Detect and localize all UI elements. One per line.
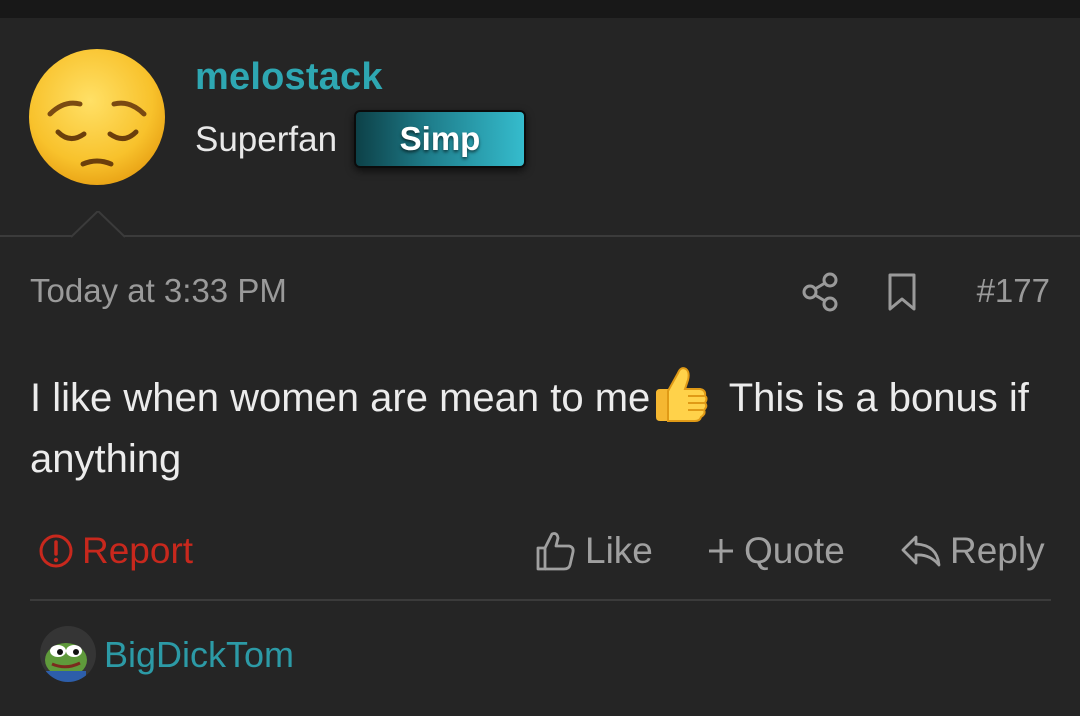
top-bar <box>0 0 1080 18</box>
pensive-face-icon[interactable] <box>28 48 166 186</box>
author-username[interactable]: melostack <box>195 56 383 99</box>
author-user-banner: Simp <box>354 110 526 168</box>
share-icon[interactable] <box>801 272 839 312</box>
report-label: Report <box>82 530 194 571</box>
thumbs-up-outline-icon <box>536 532 575 571</box>
quote-label: Quote <box>744 530 845 571</box>
forum-post-page: melostack Superfan Simp Today at 3:33 PM… <box>0 0 1080 716</box>
post-text-part-1: I like when women are mean to me <box>30 376 651 420</box>
report-button[interactable]: Report <box>38 528 193 574</box>
like-label: Like <box>585 530 653 571</box>
quote-button[interactable]: Quote <box>706 528 845 574</box>
post-message-body: I like when women are mean to me This is… <box>30 363 1060 490</box>
plus-icon <box>709 539 733 563</box>
thumbs-up-icon <box>648 363 710 425</box>
header-divider <box>0 235 1080 237</box>
post-footer-divider <box>30 599 1051 601</box>
post-number-link[interactable]: #177 <box>977 272 1050 310</box>
pepe-frog-icon[interactable] <box>40 626 96 682</box>
reply-label: Reply <box>950 530 1045 571</box>
bookmark-icon[interactable] <box>886 272 918 312</box>
post-timestamp[interactable]: Today at 3:33 PM <box>30 272 287 310</box>
reply-arrow-icon <box>901 535 941 567</box>
reply-button[interactable]: Reply <box>900 528 1045 574</box>
next-post-username[interactable]: BigDickTom <box>104 634 294 676</box>
author-user-title: Superfan <box>195 120 338 159</box>
alert-circle-icon <box>39 534 73 568</box>
like-button[interactable]: Like <box>535 528 653 574</box>
